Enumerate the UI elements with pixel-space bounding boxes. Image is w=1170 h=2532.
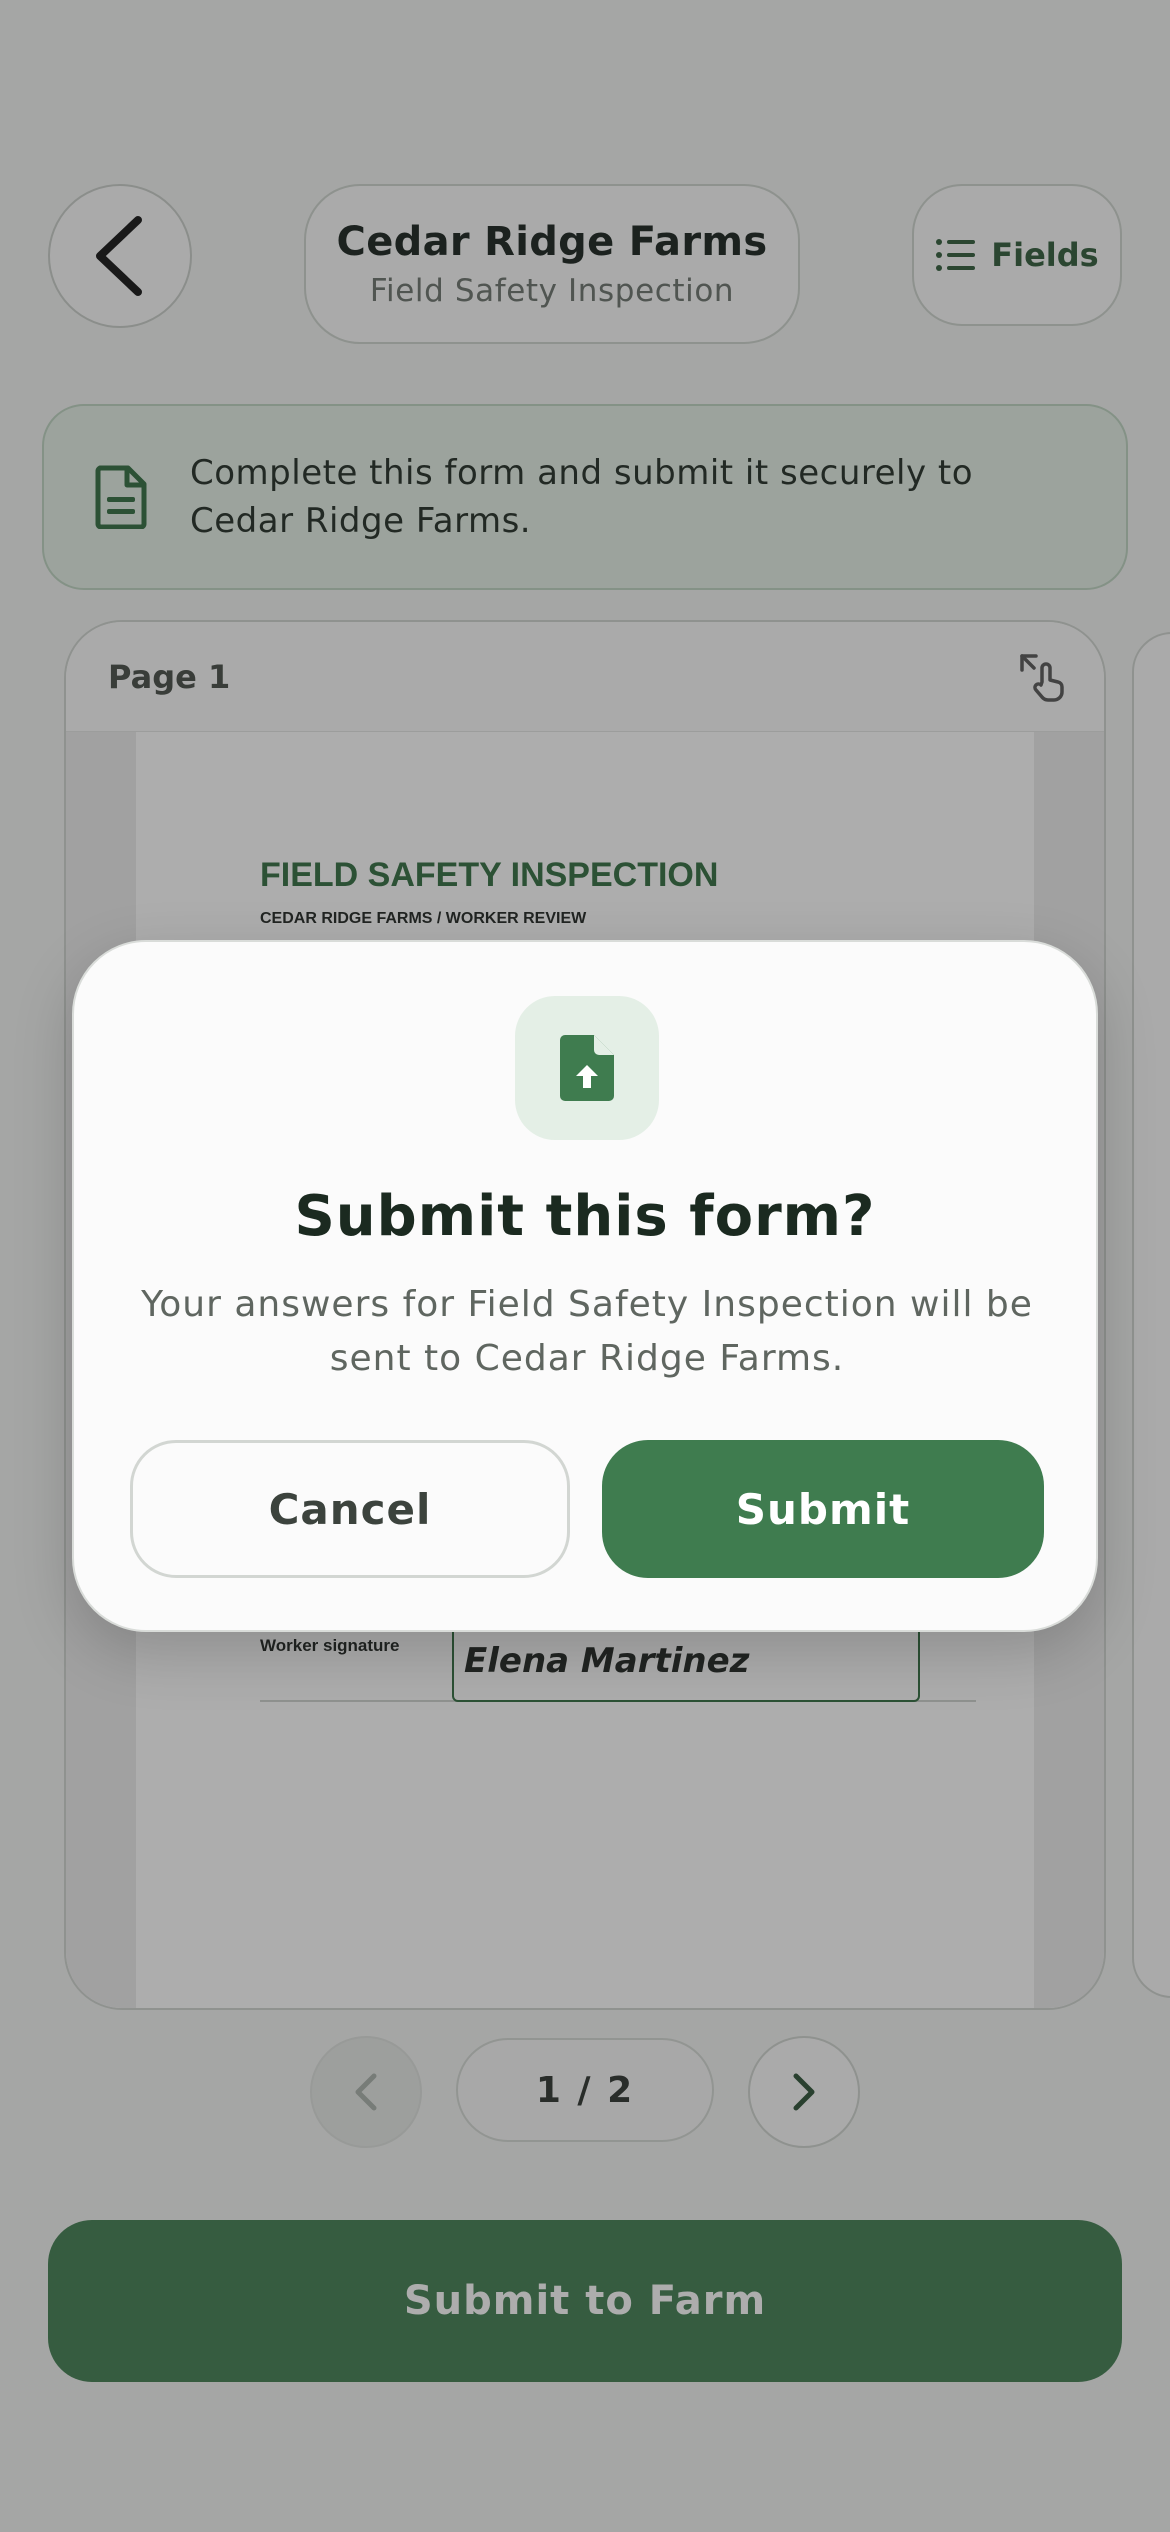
file-upload-icon — [560, 1035, 614, 1101]
submit-confirm-dialog: Submit this form? Your answers for Field… — [72, 940, 1098, 1632]
cancel-button[interactable]: Cancel — [130, 1440, 570, 1578]
submit-button[interactable]: Submit — [602, 1440, 1044, 1578]
modal-body: Your answers for Field Safety Inspection… — [141, 1284, 1033, 1379]
modal-title: Submit this form? — [294, 1184, 876, 1249]
modal-icon-tile — [515, 996, 659, 1140]
